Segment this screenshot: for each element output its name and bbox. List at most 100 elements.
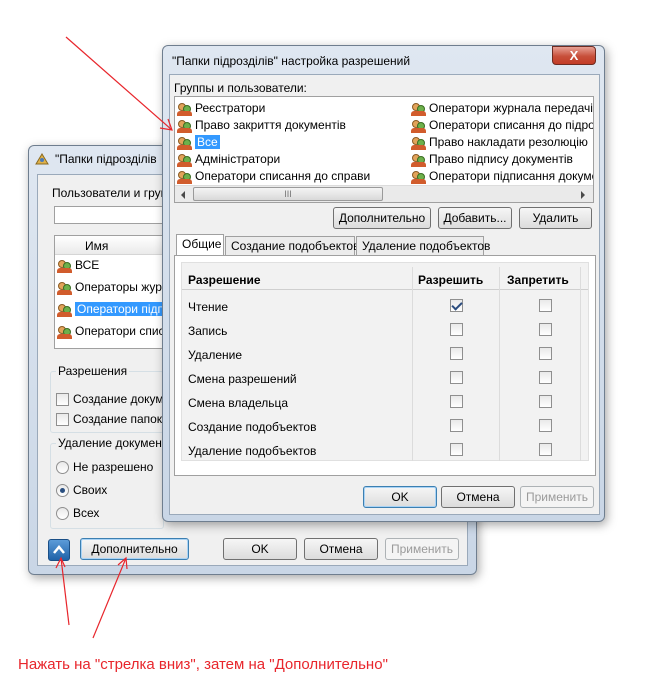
- permission-name: Чтение: [188, 300, 229, 314]
- collapse-arrow-button[interactable]: [48, 539, 70, 561]
- chevron-up-icon: [53, 543, 65, 557]
- tab-delete-subobjects[interactable]: Удаление подобъектов: [356, 236, 490, 255]
- allow-checkbox[interactable]: [450, 299, 463, 312]
- deny-checkbox[interactable]: [539, 443, 552, 456]
- column-divider: [412, 267, 413, 461]
- allow-checkbox[interactable]: [450, 443, 463, 456]
- permission-name: Создание подобъектов: [188, 420, 317, 434]
- user-group-icon: [57, 325, 73, 339]
- table-header-permission: Разрешение: [188, 273, 261, 287]
- front-more-button[interactable]: Дополнительно: [333, 207, 431, 229]
- user-group-icon: [411, 119, 427, 133]
- scroll-right-icon[interactable]: [579, 189, 587, 202]
- allow-checkbox[interactable]: [450, 371, 463, 384]
- user-name: Оператори списа: [75, 346, 163, 348]
- apply-button[interactable]: Применить: [520, 486, 594, 508]
- list-item[interactable]: Адміністратори: [177, 151, 409, 168]
- allow-checkbox[interactable]: [450, 419, 463, 432]
- column-header-name[interactable]: Имя: [55, 236, 163, 255]
- groups-label: Группы и пользователи:: [174, 81, 307, 95]
- arrow-to-all-group: [65, 36, 173, 131]
- close-button[interactable]: X: [552, 46, 596, 65]
- user-group-icon: [177, 119, 193, 133]
- user-name: Оператори підп: [75, 302, 164, 316]
- permission-name: Запись: [188, 324, 228, 338]
- users-list[interactable]: Имя ВСЕ Операторы журн Оператори підп Опера…: [54, 235, 164, 349]
- add-button[interactable]: Добавить...: [438, 207, 512, 229]
- group-name: Право накладати резолюцію: [429, 135, 588, 149]
- deny-checkbox[interactable]: [539, 395, 552, 408]
- user-name: Оператори списа: [75, 324, 164, 338]
- group-name: Адміністратори: [195, 152, 281, 166]
- allow-checkbox[interactable]: [450, 395, 463, 408]
- table-row[interactable]: ВСЕ: [57, 257, 163, 274]
- radio-button[interactable]: [56, 461, 69, 475]
- radio-button[interactable]: [56, 507, 69, 521]
- back-ok-button[interactable]: OK: [223, 538, 297, 560]
- list-item[interactable]: Оператори підписання документів: [411, 168, 593, 185]
- table-row[interactable]: Оператори списа: [57, 345, 163, 348]
- checkbox[interactable]: [56, 393, 69, 407]
- deletion-radio[interactable]: Всех: [56, 505, 162, 522]
- permission-checkbox[interactable]: Создание папок: [56, 411, 162, 428]
- deny-checkbox[interactable]: [539, 419, 552, 432]
- table-row[interactable]: Оператори списа: [57, 323, 163, 340]
- group-name: Оператори журнала передачі док: [429, 101, 593, 115]
- radio-label: Своих: [73, 483, 108, 497]
- user-group-icon: [57, 347, 73, 348]
- radio-button[interactable]: [56, 484, 69, 498]
- front-dialog-title: "Папки підрозділів" настройка разрешений: [172, 54, 411, 68]
- list-item[interactable]: Оператори журнала передачі док: [411, 100, 593, 117]
- users-filter-input[interactable]: [54, 206, 164, 224]
- group-name: Оператори списання до справи: [195, 169, 371, 183]
- scrollbar-grip-icon: III: [284, 189, 292, 199]
- list-item[interactable]: Все: [177, 134, 409, 151]
- deny-checkbox[interactable]: [539, 299, 552, 312]
- back-cancel-button[interactable]: Отмена: [304, 538, 378, 560]
- scroll-left-icon[interactable]: [179, 189, 187, 202]
- tab-create-subobjects[interactable]: Создание подобъектов: [225, 236, 359, 255]
- user-group-icon: [57, 303, 73, 317]
- list-item[interactable]: Оператори списання до справи: [177, 168, 409, 185]
- scrollbar-thumb[interactable]: III: [193, 187, 383, 201]
- horizontal-scrollbar[interactable]: III: [175, 185, 593, 202]
- back-apply-button[interactable]: Применить: [385, 538, 459, 560]
- user-group-icon: [411, 102, 427, 116]
- tab-general[interactable]: Общие: [176, 234, 224, 255]
- deny-checkbox[interactable]: [539, 371, 552, 384]
- checkbox-label: Создание докум: [73, 392, 162, 406]
- list-item[interactable]: Реєстратори: [177, 100, 409, 117]
- table-header-allow: Разрешить: [418, 273, 484, 287]
- back-more-button[interactable]: Дополнительно: [80, 538, 189, 560]
- deny-checkbox[interactable]: [539, 347, 552, 360]
- permissions-group-label: Разрешения: [56, 364, 130, 378]
- radio-label: Всех: [73, 506, 100, 520]
- allow-checkbox[interactable]: [450, 347, 463, 360]
- cancel-button[interactable]: Отмена: [441, 486, 515, 508]
- user-group-icon: [57, 281, 73, 295]
- list-item[interactable]: Оператори списання до підрозді.: [411, 117, 593, 134]
- permission-name: Удаление подобъектов: [188, 444, 317, 458]
- checkbox-label: Создание папок: [73, 412, 162, 426]
- allow-checkbox[interactable]: [450, 323, 463, 336]
- list-item[interactable]: Право підпису документів: [411, 151, 593, 168]
- column-divider: [580, 267, 581, 461]
- permissions-dialog: "Папки підрозділів" настройка разрешений…: [162, 45, 605, 522]
- checkbox[interactable]: [56, 413, 69, 427]
- table-row[interactable]: Операторы журн: [57, 279, 163, 296]
- ok-button[interactable]: OK: [363, 486, 437, 508]
- groups-list[interactable]: Реєстратори Право закриття документів Все А…: [174, 96, 594, 203]
- table-row[interactable]: Оператори підп: [57, 301, 163, 318]
- user-group-icon: [411, 153, 427, 167]
- column-divider: [499, 267, 500, 461]
- list-item[interactable]: Право закриття документів: [177, 117, 409, 134]
- remove-button[interactable]: Удалить: [519, 207, 592, 229]
- deletion-radio[interactable]: Не разрешено: [56, 459, 162, 476]
- group-name: Право підпису документів: [429, 152, 573, 166]
- permission-checkbox[interactable]: Создание докум: [56, 391, 162, 408]
- table-header-divider: [182, 289, 588, 290]
- deletion-radio[interactable]: Своих: [56, 482, 162, 499]
- list-item[interactable]: Право накладати резолюцію: [411, 134, 593, 151]
- group-name: Оператори підписання документів: [429, 169, 593, 183]
- deny-checkbox[interactable]: [539, 323, 552, 336]
